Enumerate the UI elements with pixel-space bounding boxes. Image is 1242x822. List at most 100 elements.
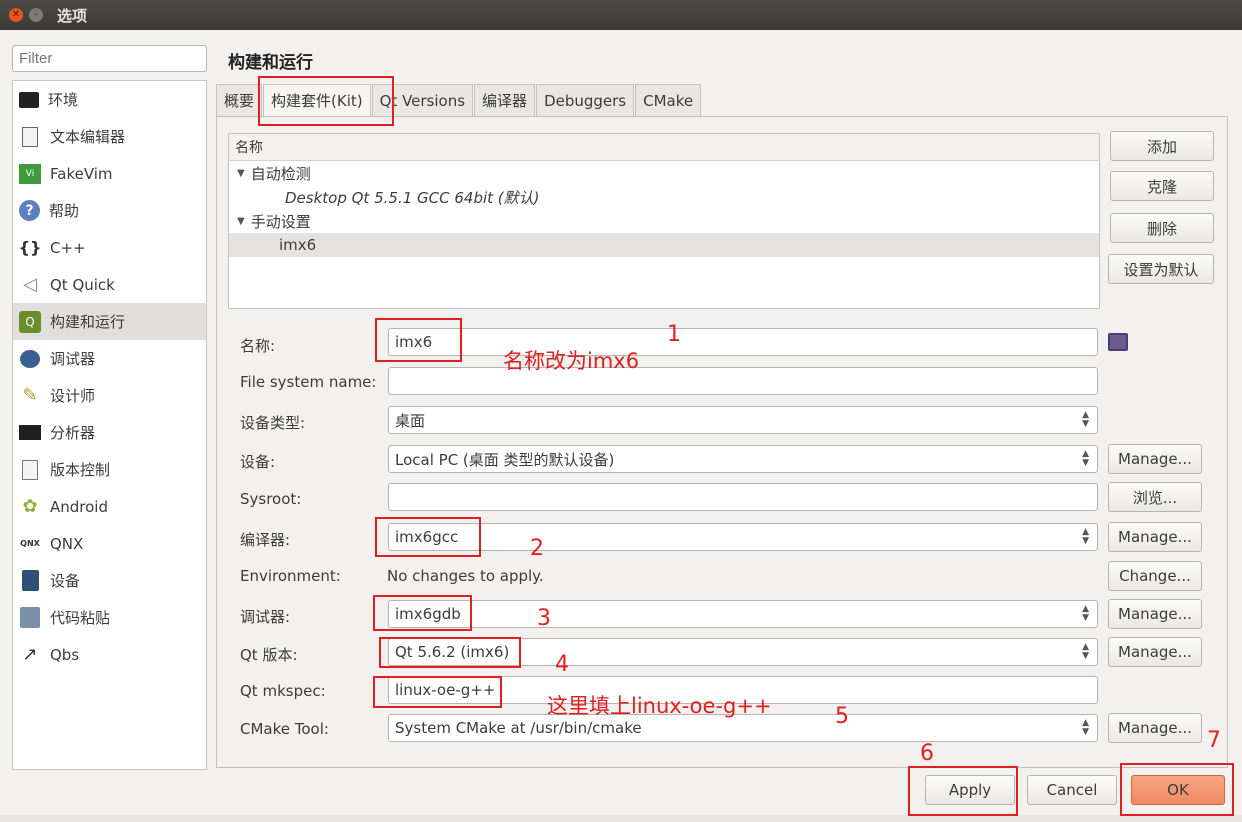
kit-group-label: 手动设置 bbox=[250, 212, 311, 231]
kit-list[interactable]: 名称 ▼ 自动检测 Desktop Qt 5.5.1 GCC 64bit (默认… bbox=[228, 133, 1100, 309]
close-icon[interactable]: ✕ bbox=[9, 8, 23, 22]
sidebar-item-qt-quick[interactable]: ◁ Qt Quick bbox=[13, 266, 206, 303]
sidebar-item-text-editor[interactable]: 文本编辑器 bbox=[13, 118, 206, 155]
cmake-tool-label: CMake Tool: bbox=[240, 720, 329, 738]
spin-arrows-icon: ▲ ▼ bbox=[1082, 642, 1089, 661]
filter-input[interactable] bbox=[12, 45, 207, 72]
device-select[interactable]: Local PC (桌面 类型的默认设备) ▲ ▼ bbox=[388, 445, 1098, 473]
sidebar-item-label: 文本编辑器 bbox=[50, 128, 126, 146]
annotation-number: 7 bbox=[1207, 728, 1221, 753]
minimize-icon[interactable]: – bbox=[29, 8, 43, 22]
android-icon: ✿ bbox=[22, 496, 38, 517]
spin-arrows-icon: ▲ ▼ bbox=[1082, 410, 1089, 429]
annotation-box-apply bbox=[908, 766, 1018, 816]
annotation-box-qt-version bbox=[379, 637, 521, 668]
name-input[interactable]: imx6 bbox=[388, 328, 1098, 356]
annotation-box-ok bbox=[1120, 763, 1234, 816]
annotation-note: 名称改为imx6 bbox=[503, 349, 640, 373]
sidebar-item-help[interactable]: ? 帮助 bbox=[13, 192, 206, 229]
kit-item-imx6[interactable]: imx6 bbox=[229, 233, 1099, 257]
sidebar-item-device[interactable]: 设备 bbox=[13, 562, 206, 599]
browse-sysroot-button[interactable]: 浏览... bbox=[1108, 482, 1202, 512]
kit-group-auto[interactable]: ▼ 自动检测 bbox=[229, 161, 1099, 185]
designer-icon: ✎ bbox=[22, 385, 38, 406]
page-title: 构建和运行 bbox=[228, 53, 313, 73]
sidebar-item-label: FakeVim bbox=[50, 164, 113, 183]
kit-group-manual[interactable]: ▼ 手动设置 bbox=[229, 209, 1099, 233]
sidebar-item-label: 设备 bbox=[50, 572, 81, 590]
debugger-label: 调试器: bbox=[240, 608, 291, 626]
analyzer-icon bbox=[19, 425, 41, 440]
device-type-value: 桌面 bbox=[395, 411, 426, 430]
tab-overview[interactable]: 概要 bbox=[216, 84, 263, 116]
sidebar-item-build-run[interactable]: Q 构建和运行 bbox=[13, 303, 206, 340]
sidebar-item-fakevim[interactable]: Vi FakeVim bbox=[13, 155, 206, 192]
device-type-select[interactable]: 桌面 ▲ ▼ bbox=[388, 406, 1098, 434]
spin-arrows-icon: ▲ ▼ bbox=[1082, 718, 1089, 737]
sidebar-item-designer[interactable]: ✎ 设计师 bbox=[13, 377, 206, 414]
annotation-number: 5 bbox=[835, 704, 849, 729]
tab-cmake[interactable]: CMake bbox=[635, 84, 702, 116]
expand-triangle-icon[interactable]: ▼ bbox=[237, 168, 245, 179]
annotation-number: 3 bbox=[537, 606, 551, 631]
kit-icon-button[interactable] bbox=[1108, 333, 1128, 351]
sidebar-item-qnx[interactable]: QNX QNX bbox=[13, 525, 206, 562]
sidebar-item-version-control[interactable]: 版本控制 bbox=[13, 451, 206, 488]
compiler-select[interactable]: imx6gcc ▲ ▼ bbox=[388, 523, 1098, 551]
sidebar-item-environment[interactable]: 环境 bbox=[13, 81, 206, 118]
window-title: 选项 bbox=[57, 6, 88, 25]
sidebar-item-label: 设计师 bbox=[50, 387, 96, 405]
title-bar: ✕ – 选项 bbox=[0, 0, 1242, 30]
manage-cmake-button[interactable]: Manage... bbox=[1108, 713, 1202, 743]
environment-value: No changes to apply. bbox=[387, 567, 544, 585]
remove-kit-button[interactable]: 删除 bbox=[1110, 213, 1214, 243]
tab-compilers[interactable]: 编译器 bbox=[474, 84, 536, 116]
version-control-icon bbox=[22, 459, 38, 480]
kit-group-label: 自动检测 bbox=[250, 164, 311, 183]
add-kit-button[interactable]: 添加 bbox=[1110, 131, 1214, 161]
set-default-kit-button[interactable]: 设置为默认 bbox=[1108, 254, 1214, 284]
help-icon: ? bbox=[19, 200, 40, 221]
sidebar-item-label: 调试器 bbox=[50, 350, 96, 368]
manage-qt-version-button[interactable]: Manage... bbox=[1108, 637, 1202, 667]
spin-arrows-icon: ▲ ▼ bbox=[1082, 604, 1089, 623]
fs-name-input[interactable] bbox=[388, 367, 1098, 395]
qnx-icon: QNX bbox=[20, 539, 40, 548]
environment-label: Environment: bbox=[240, 567, 341, 585]
sidebar-item-code-paste[interactable]: 代码粘贴 bbox=[13, 599, 206, 636]
manage-debugger-button[interactable]: Manage... bbox=[1108, 599, 1202, 629]
annotation-number: 1 bbox=[667, 322, 681, 347]
manage-compiler-button[interactable]: Manage... bbox=[1108, 522, 1202, 552]
annotation-box-debugger bbox=[373, 595, 472, 631]
clone-kit-button[interactable]: 克隆 bbox=[1110, 171, 1214, 201]
cmake-tool-value: System CMake at /usr/bin/cmake bbox=[395, 719, 642, 737]
sidebar-item-cpp[interactable]: {} C++ bbox=[13, 229, 206, 266]
change-environment-button[interactable]: Change... bbox=[1108, 561, 1202, 591]
sidebar-item-label: 构建和运行 bbox=[50, 313, 126, 331]
debugger-select[interactable]: imx6gdb ▲ ▼ bbox=[388, 600, 1098, 628]
name-label: 名称: bbox=[240, 337, 276, 355]
device-value: Local PC (桌面 类型的默认设备) bbox=[395, 450, 615, 469]
sidebar-item-label: 帮助 bbox=[49, 202, 80, 220]
expand-triangle-icon[interactable]: ▼ bbox=[237, 216, 245, 227]
sidebar-item-analyzer[interactable]: 分析器 bbox=[13, 414, 206, 451]
sidebar-item-debugger[interactable]: 调试器 bbox=[13, 340, 206, 377]
code-paste-icon bbox=[20, 607, 40, 628]
device-icon bbox=[21, 570, 39, 591]
annotation-number: 4 bbox=[555, 652, 569, 677]
sidebar-item-label: 版本控制 bbox=[50, 461, 111, 479]
build-run-icon: Q bbox=[19, 310, 41, 333]
sidebar-item-qbs[interactable]: ↗ Qbs bbox=[13, 636, 206, 673]
cancel-button[interactable]: Cancel bbox=[1027, 775, 1117, 805]
kit-item-desktop[interactable]: Desktop Qt 5.5.1 GCC 64bit (默认) bbox=[229, 185, 1099, 209]
text-editor-icon bbox=[22, 126, 38, 147]
annotation-box-kit-tab bbox=[258, 76, 394, 126]
sidebar-item-android[interactable]: ✿ Android bbox=[13, 488, 206, 525]
sidebar: 环境 文本编辑器 Vi FakeVim ? 帮助 {} C++ ◁ Qt Qui… bbox=[12, 80, 207, 770]
sidebar-item-label: QNX bbox=[50, 534, 84, 553]
sysroot-label: Sysroot: bbox=[240, 490, 302, 508]
tab-debuggers[interactable]: Debuggers bbox=[536, 84, 635, 116]
sysroot-input[interactable] bbox=[388, 483, 1098, 511]
manage-device-button[interactable]: Manage... bbox=[1108, 444, 1202, 474]
fs-name-label: File system name: bbox=[240, 373, 377, 391]
